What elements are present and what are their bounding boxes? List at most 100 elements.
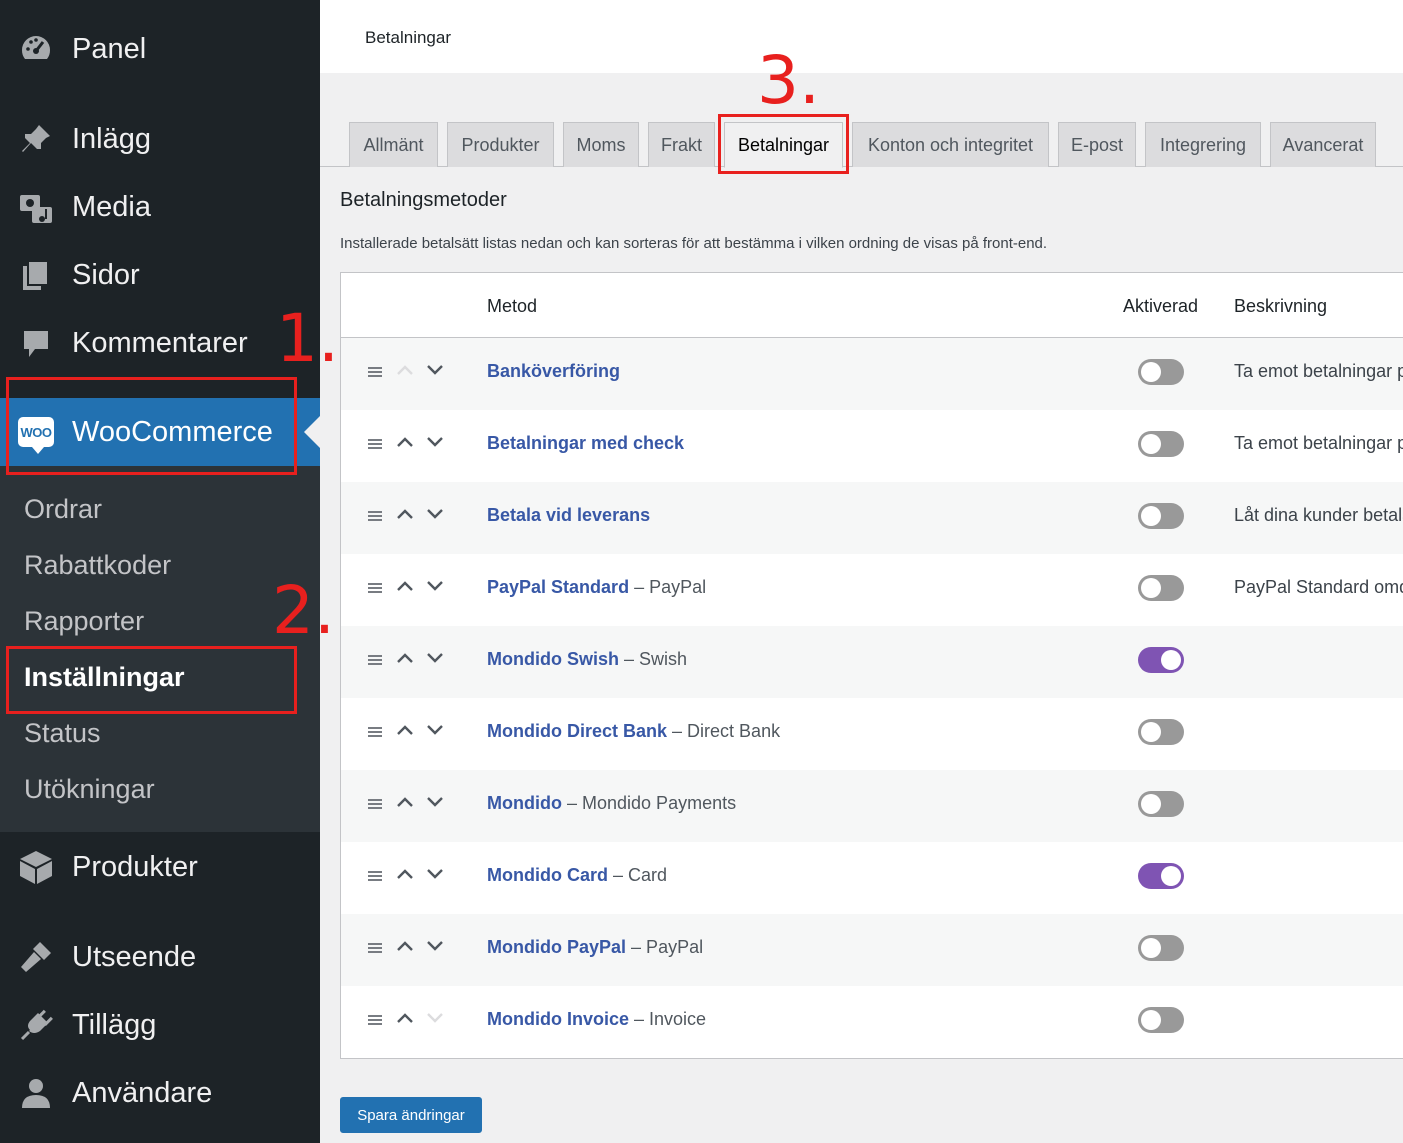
enabled-toggle[interactable]	[1138, 575, 1184, 601]
pin-icon	[18, 121, 54, 157]
drag-handle-icon[interactable]	[367, 797, 383, 811]
method-description: Ta emot betalningar p	[1234, 361, 1403, 381]
method-link[interactable]: Mondido PayPal	[487, 937, 626, 957]
box-icon	[18, 849, 54, 885]
save-changes-button[interactable]: Spara ändringar	[340, 1097, 482, 1133]
menu-item-anvandare[interactable]: Användare	[0, 1068, 320, 1118]
tab-avancerat[interactable]: Avancerat	[1270, 122, 1376, 167]
tab-e-post[interactable]: E-post	[1058, 122, 1136, 167]
annotation-step-3: 3.	[757, 42, 820, 119]
menu-item-sidor[interactable]: Sidor	[0, 250, 320, 300]
method-name: Mondido PayPal – PayPal	[487, 937, 703, 958]
enabled-toggle[interactable]	[1138, 719, 1184, 745]
method-suffix: – Card	[613, 865, 668, 885]
tab-konton-och-integritet[interactable]: Konton och integritet	[852, 122, 1049, 167]
move-up-icon[interactable]	[395, 1011, 415, 1025]
table-row: Betalningar med check Ta emot betalninga…	[341, 410, 1403, 482]
method-suffix: – Direct Bank	[672, 721, 781, 741]
method-description: Ta emot betalningar p	[1234, 433, 1403, 453]
move-up-icon[interactable]	[395, 579, 415, 593]
move-up-icon[interactable]	[395, 651, 415, 665]
move-up-icon[interactable]	[395, 939, 415, 953]
enabled-toggle[interactable]	[1138, 791, 1184, 817]
table-row: Mondido PayPal – PayPal	[341, 914, 1403, 986]
move-up-icon[interactable]	[395, 507, 415, 521]
move-down-icon[interactable]	[425, 867, 445, 881]
enabled-toggle[interactable]	[1138, 1007, 1184, 1033]
enabled-toggle[interactable]	[1138, 431, 1184, 457]
move-down-icon[interactable]	[425, 795, 445, 809]
method-link[interactable]: Mondido	[487, 793, 562, 813]
annotation-step-1: 1.	[276, 300, 339, 377]
user-icon	[18, 1075, 54, 1111]
move-up-icon[interactable]	[395, 867, 415, 881]
method-link[interactable]: Mondido Swish	[487, 649, 619, 669]
annotation-box-installningar	[6, 646, 297, 714]
method-suffix: – Invoice	[634, 1009, 707, 1029]
submenu-item-utokningar[interactable]: Utökningar	[24, 774, 155, 805]
method-link[interactable]: Banköverföring	[487, 361, 620, 381]
submenu-item-status[interactable]: Status	[24, 718, 101, 749]
column-header-description: Beskrivning	[1234, 296, 1328, 316]
menu-item-produkter[interactable]: Produkter	[0, 842, 320, 892]
menu-item-inlagg[interactable]: Inlägg	[0, 114, 320, 164]
submenu-item-ordrar[interactable]: Ordrar	[24, 494, 102, 525]
enabled-toggle[interactable]	[1138, 935, 1184, 961]
method-name: Mondido Direct Bank – Direct Bank	[487, 721, 780, 742]
method-description: Låt dina kunder betala	[1234, 505, 1403, 525]
menu-item-tillagg[interactable]: Tillägg	[0, 1000, 320, 1050]
move-up-icon[interactable]	[395, 795, 415, 809]
tab-frakt[interactable]: Frakt	[648, 122, 715, 167]
drag-handle-icon[interactable]	[367, 509, 383, 523]
method-suffix: – PayPal	[634, 577, 707, 597]
drag-handle-icon[interactable]	[367, 365, 383, 379]
drag-handle-icon[interactable]	[367, 725, 383, 739]
tab-allmant[interactable]: Allmänt	[349, 122, 438, 167]
drag-handle-icon[interactable]	[367, 653, 383, 667]
method-link[interactable]: Betala vid leverans	[487, 505, 650, 525]
menu-item-kommentarer[interactable]: Kommentarer	[0, 318, 320, 368]
move-down-icon[interactable]	[425, 651, 445, 665]
method-link[interactable]: Betalningar med check	[487, 433, 684, 453]
menu-item-utseende[interactable]: Utseende	[0, 932, 320, 982]
brush-icon	[18, 939, 54, 975]
table-row: Mondido – Mondido Payments	[341, 770, 1403, 842]
method-name: Betalningar med check	[487, 433, 684, 454]
submenu-item-rapporter[interactable]: Rapporter	[24, 606, 144, 637]
move-down-icon[interactable]	[425, 363, 445, 377]
drag-handle-icon[interactable]	[367, 437, 383, 451]
table-row: Betala vid leverans Låt dina kunder beta…	[341, 482, 1403, 554]
method-name: Mondido Card – Card	[487, 865, 667, 886]
table-header: Metod Aktiverad Beskrivning	[341, 273, 1403, 338]
enabled-toggle[interactable]	[1138, 503, 1184, 529]
media-icon	[18, 189, 54, 225]
move-up-icon[interactable]	[395, 723, 415, 737]
method-description: PayPal Standard omdi	[1234, 577, 1403, 597]
move-up-icon[interactable]	[395, 435, 415, 449]
tab-moms[interactable]: Moms	[563, 122, 639, 167]
drag-handle-icon[interactable]	[367, 581, 383, 595]
drag-handle-icon[interactable]	[367, 941, 383, 955]
method-link[interactable]: Mondido Card	[487, 865, 608, 885]
tab-integrering[interactable]: Integrering	[1145, 122, 1261, 167]
move-down-icon[interactable]	[425, 507, 445, 521]
menu-item-panel[interactable]: Panel	[0, 24, 320, 74]
enabled-toggle[interactable]	[1138, 863, 1184, 889]
method-name: Mondido Invoice – Invoice	[487, 1009, 706, 1030]
drag-handle-icon[interactable]	[367, 1013, 383, 1027]
method-link[interactable]: Mondido Invoice	[487, 1009, 629, 1029]
menu-item-media[interactable]: Media	[0, 182, 320, 232]
move-down-icon[interactable]	[425, 579, 445, 593]
method-link[interactable]: Mondido Direct Bank	[487, 721, 667, 741]
method-link[interactable]: PayPal Standard	[487, 577, 629, 597]
tab-produkter[interactable]: Produkter	[447, 122, 554, 167]
enabled-toggle[interactable]	[1138, 359, 1184, 385]
enabled-toggle[interactable]	[1138, 647, 1184, 673]
drag-handle-icon[interactable]	[367, 869, 383, 883]
annotation-box-woocommerce	[6, 377, 297, 475]
table-row: PayPal Standard – PayPal PayPal Standard …	[341, 554, 1403, 626]
move-down-icon[interactable]	[425, 939, 445, 953]
move-down-icon[interactable]	[425, 435, 445, 449]
submenu-item-rabattkoder[interactable]: Rabattkoder	[24, 550, 171, 581]
move-down-icon[interactable]	[425, 723, 445, 737]
